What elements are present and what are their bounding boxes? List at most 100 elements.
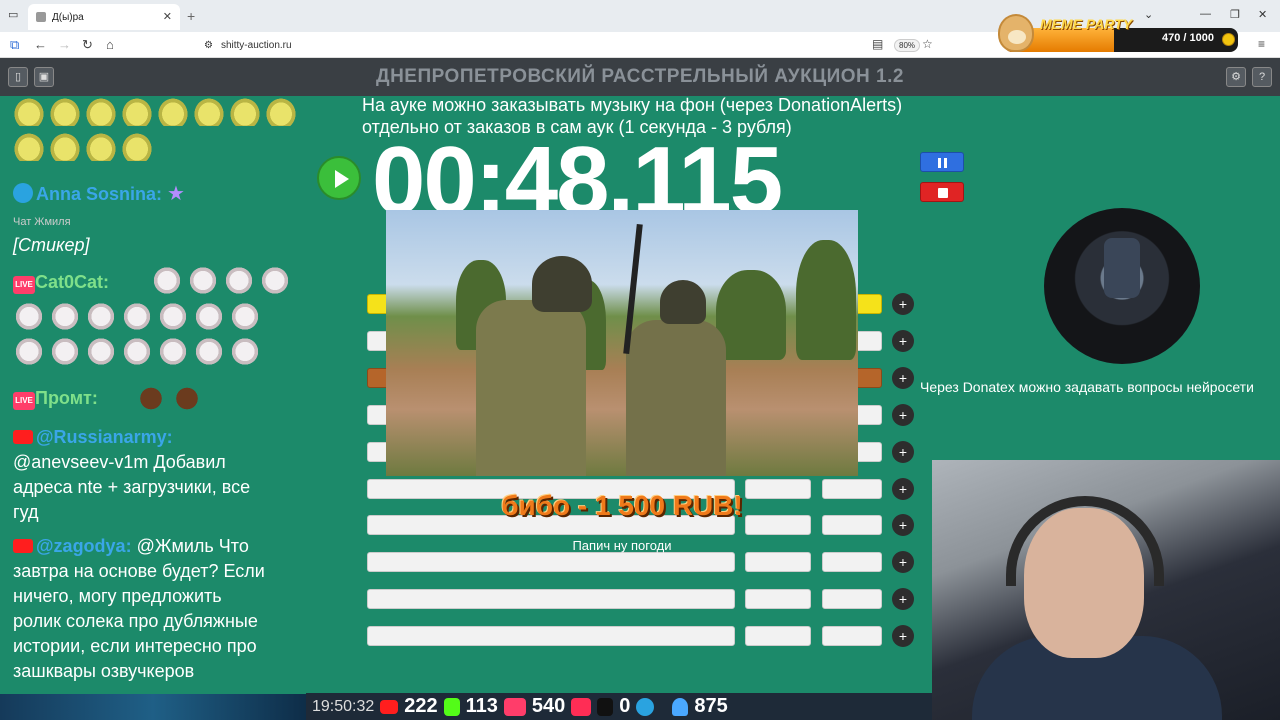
menu-icon[interactable]: ≡ (1258, 37, 1265, 51)
url-field[interactable]: ⚙ shitty-auction.ru (204, 36, 292, 54)
add-sum-button[interactable]: + (892, 588, 914, 610)
chat-subtitle: Чат Жмиля (13, 216, 71, 228)
settings-gear-icon[interactable]: ⚙ (1226, 67, 1246, 87)
chat-text: ролик солека про дубляжные (13, 611, 258, 631)
add-sum-button[interactable]: + (892, 551, 914, 573)
viewers-count: 875 (694, 695, 728, 717)
pepe-emote (48, 96, 82, 126)
emote-row (12, 96, 308, 166)
chat-message: @zagodya: @Жмиль Что (13, 534, 249, 559)
chat-text: зашквары озвучкеров (13, 661, 195, 681)
donation-alert-text: бибо - 1 500 RUB! (501, 490, 743, 521)
cat-emote (258, 264, 292, 294)
youtube-icon (13, 430, 33, 444)
lot-amount-input[interactable] (745, 589, 811, 609)
viewers-icon (672, 697, 689, 716)
lot-name-input[interactable] (367, 552, 735, 572)
save-icon[interactable]: ▣ (34, 67, 54, 87)
pepe-emote (120, 131, 154, 161)
favicon-icon (36, 12, 46, 22)
headphones (1006, 496, 1164, 586)
cat-emote (48, 335, 82, 365)
lot-name-input[interactable] (367, 626, 735, 646)
youtube-count: 222 (404, 695, 438, 717)
kick-icon (443, 697, 460, 716)
chat-panel: Anna Sosnina: ★ Чат Жмиля [Стикер] LIVE C… (0, 96, 308, 694)
add-sum-button[interactable]: + (892, 330, 914, 352)
cat-emote (222, 264, 256, 294)
donation-message: Папич ну погоди (572, 538, 672, 553)
lot-sum-input[interactable] (822, 589, 882, 609)
coin-icon (1222, 33, 1235, 46)
add-sum-button[interactable]: + (892, 625, 914, 647)
chat-message: LIVE Промт: (13, 386, 98, 411)
pause-button[interactable] (920, 152, 964, 172)
cat-emote (192, 300, 226, 330)
pepe-emote (120, 96, 154, 126)
home-icon[interactable]: ⌂ (106, 37, 114, 52)
pause-icon (938, 158, 941, 168)
new-tab-icon[interactable]: + (187, 8, 195, 24)
sidebar-toggle-icon[interactable]: ▯ (8, 67, 28, 87)
lot-amount-input[interactable] (745, 626, 811, 646)
pepe-emote (48, 131, 82, 161)
tab-overview-icon[interactable]: ▭ (8, 8, 18, 21)
add-sum-button[interactable]: + (892, 478, 914, 500)
youtube-icon (13, 539, 33, 553)
rutube-icon (597, 697, 614, 716)
cat-emote (12, 335, 46, 365)
play-button[interactable] (317, 156, 361, 200)
helmet (532, 256, 592, 312)
cat-emote (150, 264, 184, 294)
cat-emote (156, 300, 190, 330)
chat-text: адреса nte + загрузчики, все (13, 477, 251, 497)
chat-username: Anna Sosnina: (36, 184, 163, 204)
lot-amount-input[interactable] (745, 552, 811, 572)
bottom-banner (0, 694, 306, 720)
stop-button[interactable] (920, 182, 964, 202)
back-icon[interactable]: ← (34, 37, 47, 52)
chat-text: истории, если интересно про (13, 636, 257, 656)
workspaces-icon[interactable]: ⧉ (10, 37, 19, 53)
live-icon: LIVE (13, 392, 35, 410)
meme-party-widget: MEME PARTY 470 / 1000 (994, 14, 1244, 54)
chat-text: @Жмиль Что (136, 536, 249, 556)
reader-icon[interactable]: ▤ (872, 37, 883, 51)
chat-username: Cat0Cat: (35, 272, 110, 292)
lot-name-input[interactable] (367, 589, 735, 609)
close-tab-icon[interactable]: ✕ (163, 10, 172, 23)
chat-text: гуд (13, 502, 39, 522)
bear-emote (170, 382, 204, 412)
cat-emote (84, 335, 118, 365)
pepe-emote (192, 96, 226, 126)
cat-emote (120, 300, 154, 330)
live-icon (503, 697, 526, 716)
app-header: ДНЕПРОПЕТРОВСКИЙ РАССТРЕЛЬНЫЙ АУКЦИОН 1.… (0, 58, 1280, 96)
add-sum-button[interactable]: + (892, 441, 914, 463)
help-icon[interactable]: ? (1252, 67, 1272, 87)
soldier-figure (626, 320, 726, 476)
site-info-icon[interactable]: ⚙ (204, 40, 213, 51)
add-sum-button[interactable]: + (892, 514, 914, 536)
reload-icon[interactable]: ↻ (82, 37, 93, 53)
cat-emote (120, 335, 154, 365)
donatex-text: Через Donatex можно задавать вопросы ней… (920, 379, 1254, 395)
add-sum-button[interactable]: + (892, 367, 914, 389)
favorite-star-icon[interactable]: ☆ (922, 37, 933, 51)
webcam-feed (932, 460, 1280, 720)
add-sum-button[interactable]: + (892, 293, 914, 315)
add-sum-button[interactable]: + (892, 404, 914, 426)
meme-party-title: MEME PARTY (1040, 16, 1133, 32)
forward-icon[interactable]: → (58, 37, 71, 52)
chat-username: @zagodya: (36, 536, 132, 556)
chat-username: @Russianarmy: (36, 427, 173, 447)
lot-sum-input[interactable] (822, 626, 882, 646)
pepe-emote (12, 96, 46, 126)
meme-party-count: 470 / 1000 (1162, 32, 1214, 44)
lot-sum-input[interactable] (822, 552, 882, 572)
close-window-icon[interactable]: ✕ (1258, 8, 1267, 21)
tree (796, 240, 856, 360)
browser-tab[interactable]: Д(ы)ра ✕ (28, 4, 180, 30)
zoom-indicator[interactable]: 80% (894, 39, 921, 52)
soldier-figure (476, 300, 586, 476)
